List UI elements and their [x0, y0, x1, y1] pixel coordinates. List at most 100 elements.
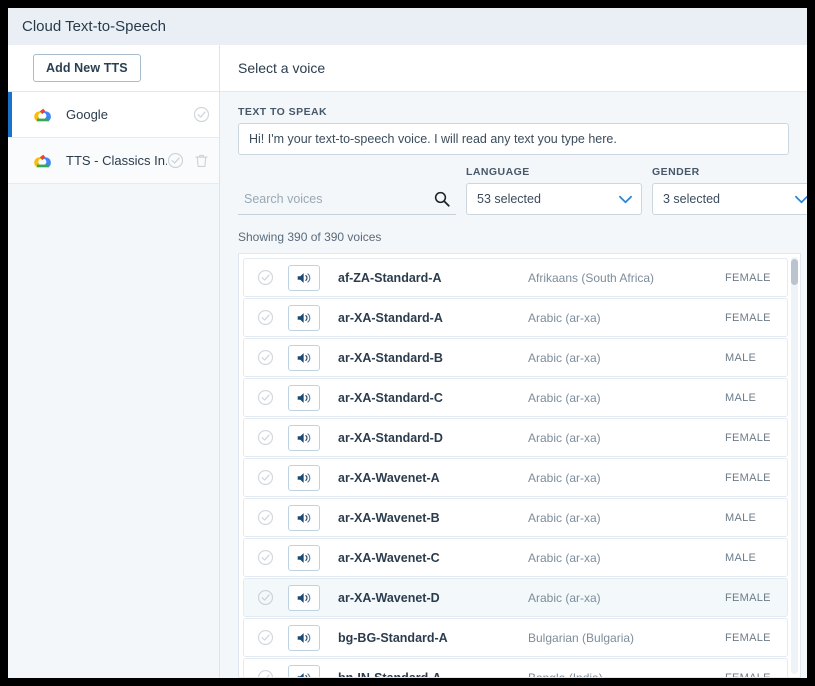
voice-row[interactable]: ar-XA-Wavenet-B Arabic (ar-xa) MALE [243, 498, 788, 537]
select-voice-check-icon[interactable] [257, 309, 274, 326]
voice-gender: FEMALE [725, 631, 771, 644]
main-header: Select a voice [220, 45, 807, 92]
voice-name: ar-XA-Standard-B [338, 350, 443, 365]
gender-filter-label: GENDER [652, 166, 700, 178]
text-to-speak-input[interactable] [238, 123, 789, 155]
sidebar-item-google[interactable]: Google [8, 92, 219, 138]
search-field-group [238, 166, 456, 215]
play-voice-button[interactable] [288, 624, 320, 651]
voice-row[interactable]: af-ZA-Standard-A Afrikaans (South Africa)… [243, 258, 788, 297]
play-voice-button[interactable] [288, 584, 320, 611]
search-voices-input[interactable] [238, 183, 456, 215]
voice-gender: FEMALE [725, 471, 771, 484]
voice-row[interactable]: bg-BG-Standard-A Bulgarian (Bulgaria) FEMA… [243, 618, 788, 657]
voice-name: bn-IN-Standard-A [338, 671, 528, 678]
language-filter-select[interactable]: 53 selected [466, 183, 642, 215]
speaker-icon [297, 272, 310, 283]
voice-language: Bulgarian (Bulgaria) [528, 630, 635, 645]
chevron-down-icon [619, 195, 632, 204]
voice-language: Arabic (ar-xa) [528, 590, 601, 605]
search-wrap [238, 183, 456, 215]
voice-language: Arabic (ar-xa) [528, 550, 601, 565]
play-voice-button[interactable] [288, 504, 320, 531]
sidebar-item-label: Google [66, 107, 108, 122]
add-new-tts-button[interactable]: Add New TTS [33, 54, 141, 82]
voice-row[interactable]: ar-XA-Standard-B Arabic (ar-xa) MALE [243, 338, 788, 377]
play-voice-button[interactable] [288, 304, 320, 331]
play-voice-button[interactable] [288, 544, 320, 571]
voice-gender: FEMALE [725, 591, 771, 604]
gender-filter-group: GENDER 3 selected [652, 166, 807, 215]
trash-icon[interactable] [193, 152, 210, 169]
play-voice-button[interactable] [288, 384, 320, 411]
voice-language: Arabic (ar-xa) [528, 470, 601, 485]
voice-gender: MALE [725, 351, 757, 364]
voice-row[interactable]: ar-XA-Standard-D Arabic (ar-xa) FEMALE [243, 418, 788, 457]
showing-count: Showing 390 of 390 voices [238, 230, 382, 244]
sidebar-item-tts-classics-in[interactable]: TTS - Classics In... [8, 138, 219, 184]
voice-row[interactable]: ar-XA-Standard-C Arabic (ar-xa) MALE [243, 378, 788, 417]
select-voice-check-icon[interactable] [257, 269, 274, 286]
play-voice-button[interactable] [288, 424, 320, 451]
gender-filter-value: 3 selected [663, 192, 720, 206]
voice-row[interactable]: bn-IN-Standard-ABangla (India)FEMALE [243, 658, 788, 677]
check-circle-icon[interactable] [193, 106, 210, 123]
select-voice-check-icon[interactable] [257, 429, 274, 446]
voice-list-area: Showing 390 of 390 voices af-ZA-Standard… [220, 227, 807, 678]
voice-name: bg-BG-Standard-A [338, 630, 448, 645]
tts-list: Google TTS - Classics In... [8, 92, 219, 678]
voice-name: ar-XA-Wavenet-C [338, 550, 440, 565]
voice-gender: MALE [725, 551, 757, 564]
select-voice-check-icon[interactable] [257, 549, 274, 566]
voice-row[interactable]: ar-XA-Standard-A Arabic (ar-xa) FEMALE [243, 298, 788, 337]
play-voice-button[interactable] [288, 344, 320, 371]
speaker-icon [297, 512, 310, 523]
voice-name: ar-XA-Standard-A [338, 310, 443, 325]
voice-list: af-ZA-Standard-A Afrikaans (South Africa)… [239, 254, 800, 677]
filter-row: LANGUAGE 53 selected GENDER 3 selected [238, 166, 807, 215]
sidebar-toolbar: Add New TTS [8, 45, 219, 92]
speaker-icon [297, 392, 310, 403]
voice-name: ar-XA-Wavenet-D [338, 590, 440, 605]
voice-row[interactable]: ar-XA-Wavenet-C Arabic (ar-xa) MALE [243, 538, 788, 577]
search-icon[interactable] [433, 190, 451, 208]
play-voice-button[interactable] [288, 464, 320, 491]
voice-gender: MALE [725, 391, 757, 404]
voice-language: Arabic (ar-xa) [528, 310, 601, 325]
voice-list-frame: af-ZA-Standard-A Afrikaans (South Africa)… [238, 253, 801, 678]
voice-list-scrollbar[interactable] [791, 257, 798, 674]
voice-name: ar-XA-Wavenet-A [338, 470, 440, 485]
select-voice-check-icon[interactable] [257, 389, 274, 406]
speaker-icon [297, 432, 310, 443]
voice-language: Arabic (ar-xa) [528, 430, 601, 445]
speaker-icon [297, 352, 310, 363]
voice-gender: FEMALE [725, 311, 771, 324]
play-voice-button[interactable] [288, 664, 320, 677]
language-filter-label: LANGUAGE [466, 166, 530, 178]
scrollbar-thumb[interactable] [791, 259, 798, 285]
select-a-voice-title: Select a voice [238, 60, 326, 76]
speaker-icon [297, 592, 310, 603]
select-voice-check-icon[interactable] [257, 629, 274, 646]
voice-gender: FEMALE [725, 271, 771, 284]
speaker-icon [297, 552, 310, 563]
voice-name: ar-XA-Wavenet-B [338, 510, 440, 525]
speaker-icon [297, 632, 310, 643]
play-voice-button[interactable] [288, 264, 320, 291]
select-voice-check-icon[interactable] [257, 669, 274, 677]
voice-language: Arabic (ar-xa) [528, 510, 601, 525]
voice-row[interactable]: ar-XA-Wavenet-A Arabic (ar-xa) FEMALE [243, 458, 788, 497]
gender-filter-select[interactable]: 3 selected [652, 183, 807, 215]
check-circle-icon[interactable] [167, 152, 184, 169]
chevron-down-icon [795, 195, 807, 204]
voice-language: Arabic (ar-xa) [528, 350, 601, 365]
select-voice-check-icon[interactable] [257, 589, 274, 606]
title-bar: Cloud Text-to-Speech [8, 8, 807, 45]
voice-row[interactable]: ar-XA-Wavenet-D Arabic (ar-xa) FEMALE [243, 578, 788, 617]
select-voice-check-icon[interactable] [257, 349, 274, 366]
select-voice-check-icon[interactable] [257, 509, 274, 526]
filters-section: TEXT TO SPEAK L [220, 92, 807, 227]
page-title: Cloud Text-to-Speech [22, 18, 166, 35]
select-voice-check-icon[interactable] [257, 469, 274, 486]
voice-gender: FEMALE [725, 431, 771, 444]
